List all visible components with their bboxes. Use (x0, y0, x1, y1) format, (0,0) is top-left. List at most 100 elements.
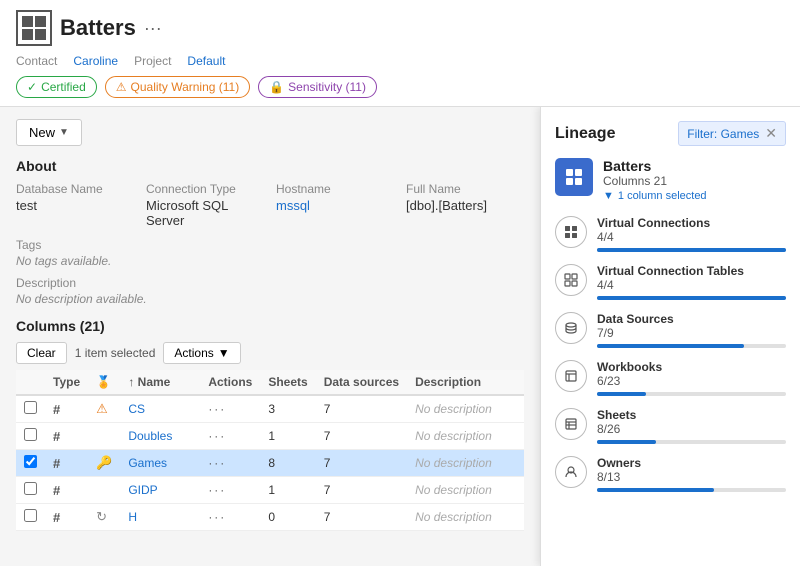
row-actions-menu[interactable]: ··· (200, 477, 260, 504)
row-actions-menu[interactable]: ··· (200, 450, 260, 477)
row-datasources: 7 (316, 450, 407, 477)
clear-button[interactable]: Clear (16, 342, 67, 364)
col-header-description: Description (407, 370, 524, 395)
about-grid: Database Name test Connection Type Micro… (16, 182, 524, 228)
row-actions-menu[interactable]: ··· (200, 395, 260, 423)
row-checkbox[interactable] (16, 395, 45, 423)
col-header-type: Type (45, 370, 88, 395)
row-checkbox[interactable] (16, 504, 45, 531)
row-sheets: 1 (260, 423, 315, 450)
lineage-item-virtual-connection-tables[interactable]: Virtual Connection Tables 4/4 (555, 264, 786, 300)
lineage-item-virtual-connections[interactable]: Virtual Connections 4/4 (555, 216, 786, 252)
sensitivity-icon: 🔒 (269, 80, 284, 94)
table-icon (16, 10, 52, 46)
certified-badge[interactable]: ✓ Certified (16, 76, 97, 98)
lineage-item-title: Virtual Connection Tables (597, 264, 786, 278)
lineage-main-item[interactable]: Batters Columns 21 ▼ 1 column selected (555, 158, 786, 202)
row-actions-menu[interactable]: ··· (200, 423, 260, 450)
close-icon[interactable]: ✕ (765, 125, 777, 142)
row-checkbox[interactable] (16, 477, 45, 504)
col-header-checkbox (16, 370, 45, 395)
filter-funnel-icon: ▼ (603, 190, 614, 202)
progress-bar (597, 440, 786, 444)
lineage-main-info: Batters Columns 21 ▼ 1 column selected (603, 158, 707, 202)
left-panel: New ▼ About Database Name test Connectio… (0, 107, 540, 566)
actions-button[interactable]: Actions ▼ (163, 342, 240, 364)
col-header-name[interactable]: ↑ Name (120, 370, 200, 395)
row-type: # (45, 477, 88, 504)
lineage-item-content: Data Sources 7/9 (597, 312, 786, 348)
row-checkbox[interactable] (16, 450, 45, 477)
lineage-item-content: Sheets 8/26 (597, 408, 786, 444)
row-description: No description (407, 450, 524, 477)
row-sheets: 8 (260, 450, 315, 477)
header-badges: ✓ Certified ⚠ Quality Warning (11) 🔒 Sen… (16, 76, 784, 106)
table-row[interactable]: # ↻ H ··· 0 7 No description (16, 504, 524, 531)
new-button[interactable]: New ▼ (16, 119, 82, 146)
sensitivity-badge[interactable]: 🔒 Sensitivity (11) (258, 76, 377, 98)
row-type: # (45, 423, 88, 450)
content-area: New ▼ About Database Name test Connectio… (0, 107, 800, 566)
row-actions-menu[interactable]: ··· (200, 504, 260, 531)
row-type: # (45, 450, 88, 477)
main-container: Batters ··· Contact Caroline Project Def… (0, 0, 800, 566)
row-sheets: 3 (260, 395, 315, 423)
row-cert-icon: ↻ (88, 504, 120, 531)
quality-warning-badge[interactable]: ⚠ Quality Warning (11) (105, 76, 250, 98)
row-name[interactable]: CS (120, 395, 200, 423)
lineage-title: Lineage (555, 125, 615, 143)
actions-arrow-icon: ▼ (218, 346, 230, 360)
tags-value: No tags available. (16, 254, 524, 268)
about-section-title: About (16, 158, 524, 174)
lineage-item-data-sources[interactable]: Data Sources 7/9 (555, 312, 786, 348)
row-name[interactable]: GIDP (120, 477, 200, 504)
table-row[interactable]: # 🔑 Games ··· 8 7 No description (16, 450, 524, 477)
progress-bar (597, 392, 786, 396)
sensitivity-badge-label: Sensitivity (11) (288, 80, 366, 94)
lineage-item-sheets[interactable]: Sheets 8/26 (555, 408, 786, 444)
filter-badge[interactable]: Filter: Games ✕ (678, 121, 786, 146)
progress-fill (597, 344, 744, 348)
actions-label: Actions (174, 346, 213, 360)
row-cert-icon: ⚠ (88, 395, 120, 423)
contact-value[interactable]: Caroline (73, 54, 118, 68)
lineage-item-icon (555, 456, 587, 488)
table-row[interactable]: # ⚠ CS ··· 3 7 No description (16, 395, 524, 423)
col-header-cert: 🏅 (88, 370, 120, 395)
row-description: No description (407, 395, 524, 423)
columns-header: Columns (21) (16, 318, 524, 334)
filter-label: Filter: Games (687, 127, 759, 141)
full-name-field: Full Name [dbo].[Batters] (406, 182, 524, 228)
table-row[interactable]: # Doubles ··· 1 7 No description (16, 423, 524, 450)
lineage-panel: Lineage Filter: Games ✕ Batters (540, 107, 800, 566)
lineage-item-title: Data Sources (597, 312, 786, 326)
project-value[interactable]: Default (187, 54, 225, 68)
row-datasources: 7 (316, 395, 407, 423)
row-name[interactable]: Doubles (120, 423, 200, 450)
new-button-label: New (29, 125, 55, 140)
row-description: No description (407, 504, 524, 531)
desc-label: Description (16, 276, 524, 290)
lineage-item-content: Virtual Connections 4/4 (597, 216, 786, 252)
lineage-item-count: 7/9 (597, 326, 786, 340)
row-name[interactable]: Games (120, 450, 200, 477)
lineage-main-name: Batters (603, 158, 707, 174)
lineage-item-icon (555, 216, 587, 248)
row-name[interactable]: H (120, 504, 200, 531)
more-options-icon[interactable]: ··· (144, 18, 162, 39)
tags-label: Tags (16, 238, 524, 252)
table-row[interactable]: # GIDP ··· 1 7 No description (16, 477, 524, 504)
progress-fill (597, 248, 786, 252)
refresh-icon: ↻ (96, 509, 107, 524)
row-checkbox[interactable] (16, 423, 45, 450)
lineage-item-workbooks[interactable]: Workbooks 6/23 (555, 360, 786, 396)
progress-fill (597, 296, 786, 300)
row-description: No description (407, 423, 524, 450)
description-section: Description No description available. (16, 276, 524, 306)
cert-col-icon: 🏅 (96, 375, 111, 389)
lineage-filter-info: ▼ 1 column selected (603, 190, 707, 202)
row-sheets: 0 (260, 504, 315, 531)
header-meta: Contact Caroline Project Default (16, 54, 784, 76)
lineage-item-owners[interactable]: Owners 8/13 (555, 456, 786, 492)
progress-bar (597, 488, 786, 492)
